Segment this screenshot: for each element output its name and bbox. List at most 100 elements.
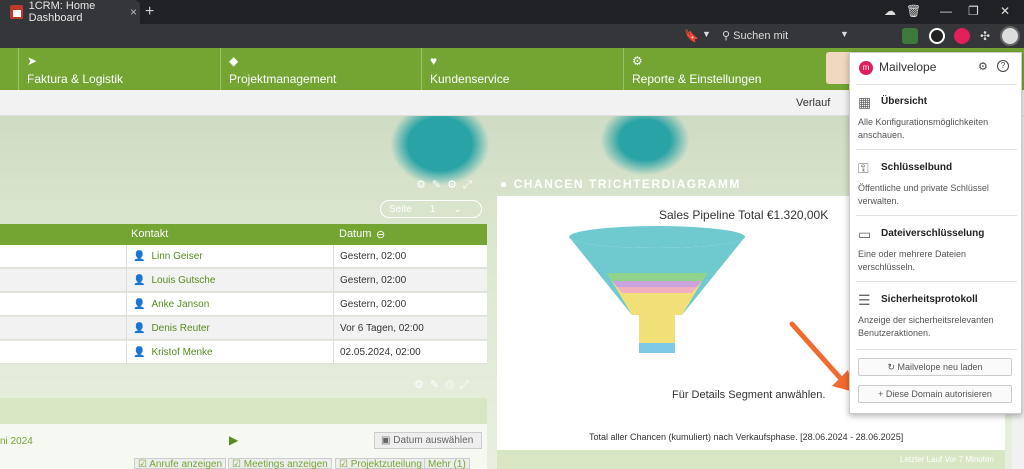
mailvelope-extension-icon[interactable] [954,28,970,44]
tab-title: 1CRM: Home Dashboard [28,0,96,24]
refresh-icon: ↻ [887,362,898,372]
contact-cell[interactable]: 👤 Anke Janson [126,293,333,316]
funnel-neck[interactable] [639,315,675,345]
person-icon: 👤 [133,251,146,262]
date-value: Gestern, 02:00 [340,275,407,286]
profile-avatar[interactable] [1000,26,1020,46]
contact-cell[interactable]: 👤 Louis Gutsche [126,269,333,292]
pager-controls[interactable]: Seite 1 ⌄ [380,200,482,218]
grid-icon: ▦ [858,94,872,110]
nav-label: Projektmanagement [229,72,337,86]
minimize-button[interactable]: — [940,4,952,18]
filter-label: Meetings anzeigen [243,459,328,469]
extension-2-icon[interactable] [929,28,945,44]
help-icon[interactable]: ? [997,60,1009,72]
nav-label: Reporte & Einstellungen [632,72,762,86]
filter-meetings[interactable]: ☑ Meetings anzeigen [228,458,332,469]
divider [856,84,1017,85]
table-row[interactable]: 👤 Kristof Menke 02.05.2024, 02:00 [0,341,487,364]
nav-label: Faktura & Logistik [27,72,124,86]
funnel-segment-6[interactable] [639,343,675,353]
contact-cell[interactable]: 👤 Denis Reuter [126,317,333,340]
calendar-month: ni 2024 [0,436,33,447]
tab-close-icon[interactable]: × [130,5,137,19]
contact-name[interactable]: Anke Janson [151,299,209,310]
document-icon: ☰ [858,292,871,308]
filter-calls[interactable]: ☑ Anrufe anzeigen [134,458,227,469]
reload-button-label: Mailvelope neu laden [897,362,983,372]
crm-favicon-icon [10,5,23,19]
mailvelope-logo-icon: m [859,61,873,75]
chart-panel-title: ● CHANCEN TRICHTERDIAGRAMM [500,177,741,191]
menu-item-overview[interactable]: ▦ Übersicht Alle Konfigurationsmöglichke… [858,94,1018,144]
contact-cell[interactable]: 👤 Kristof Menke [126,341,333,364]
contact-name[interactable]: Kristof Menke [151,347,212,358]
person-icon: 👤 [133,347,146,358]
contact-name[interactable]: Linn Geiser [151,251,202,262]
menu-item-title: Dateiverschlüsselung [881,228,985,239]
play-icon[interactable]: ▶ [229,433,238,447]
file-lock-icon: ▭ [858,226,872,242]
menu-item-security-log[interactable]: ☰ Sicherheitsprotokoll Anzeige der siche… [858,292,1018,342]
chart-panel-title-text: CHANCEN TRICHTERDIAGRAMM [513,177,741,191]
filter-more[interactable]: Mehr (1) [424,458,470,469]
filter-projects[interactable]: ☑ Projektzuteilung [335,458,426,469]
funnel-segment-3[interactable] [612,281,702,287]
reload-mailvelope-button[interactable]: ↻ Mailvelope neu laden [858,358,1012,376]
funnel-top-segment[interactable] [569,226,745,248]
calendar-widget-controls-icon[interactable]: ⚙✎⎙⤢ [414,378,475,392]
gear-icon: ⚙ [632,54,643,68]
funnel-segment-2[interactable] [607,273,707,281]
nav-item-projektmanagement[interactable]: ◆ Projektmanagement [220,48,421,90]
search-input[interactable]: ⚲ Suchen mit Google [718,27,826,60]
menu-item-title: Schlüsselbund [881,162,953,173]
contact-cell[interactable]: 👤 Linn Geiser [126,245,333,268]
funnel-segment-4[interactable] [617,287,697,293]
nav-label: Kundenservice [430,72,510,86]
divider [856,215,1017,216]
date-cell: Gestern, 02:00 [333,245,487,268]
authorize-button-label: Diese Domain autorisieren [885,389,992,399]
nav-item-kundenservice[interactable]: ♥ Kundenservice [421,48,623,90]
contact-name[interactable]: Denis Reuter [151,323,209,334]
pager-number[interactable]: 1 [430,204,436,215]
dropdown-arrow-icon[interactable]: ▼ [840,29,849,39]
table-row[interactable]: 👤 Denis Reuter Vor 6 Tagen, 02:00 [0,317,487,340]
date-select-button[interactable]: ▣ Datum auswählen [374,432,482,449]
browser-tab[interactable]: 1CRM: Home Dashboard [0,0,140,24]
new-tab-button[interactable]: + [145,3,154,21]
puzzle-icon[interactable]: ✣ [980,29,990,43]
table-row[interactable]: 👤 Louis Gutsche Gestern, 02:00 [0,269,487,292]
menu-item-desc: Alle Konfigurationsmöglichkeiten anschau… [858,117,989,140]
table-row[interactable]: 👤 Anke Janson Gestern, 02:00 [0,293,487,316]
calendar-header [0,398,487,424]
extension-1-icon[interactable] [902,28,918,44]
column-header-contact[interactable]: Kontakt [131,228,168,240]
history-link[interactable]: Verlauf [796,97,830,109]
column-header-date[interactable]: Datum [339,228,371,240]
filter-label: Anrufe anzeigen [149,459,223,469]
contact-name[interactable]: Louis Gutsche [151,275,215,286]
trash-icon[interactable]: 🗑 [906,4,921,18]
bookmark-icon[interactable]: 🔖 [684,29,699,43]
menu-item-desc: Anzeige der sicherheitsrelevanten Benutz… [858,315,994,338]
person-icon: 👤 [133,275,146,286]
gear-icon[interactable]: ⚙ [978,60,988,73]
chevron-down-icon[interactable]: ⌄ [453,204,461,215]
nav-item-faktura[interactable]: ➤ Faktura & Logistik [18,48,220,90]
last-run-label: Letzter Lauf Vor 7 Minuten [900,455,994,464]
menu-item-keyring[interactable]: ⚿ Schlüsselbund Öffentliche und private … [858,160,1018,210]
divider [856,149,1017,150]
close-button[interactable]: ✕ [1000,4,1010,18]
menu-item-file-encryption[interactable]: ▭ Dateiverschlüsselung Eine oder mehrere… [858,226,1018,276]
key-icon: ⚿ [858,160,869,176]
sales-funnel-chart[interactable] [567,225,747,360]
widget-controls-icon[interactable]: ⚙✎⚙⤢ [416,178,478,192]
sort-icon[interactable]: ⊖ [376,228,385,241]
table-row[interactable]: 👤 Linn Geiser Gestern, 02:00 [0,245,487,268]
restore-button[interactable]: ❐ [968,4,979,18]
date-value: Gestern, 02:00 [340,299,407,310]
authorize-domain-button[interactable]: + Diese Domain autorisieren [858,385,1012,403]
nav-item-reporte[interactable]: ⚙ Reporte & Einstellungen [623,48,823,90]
chevron-down-icon[interactable]: ▼ [702,29,711,39]
